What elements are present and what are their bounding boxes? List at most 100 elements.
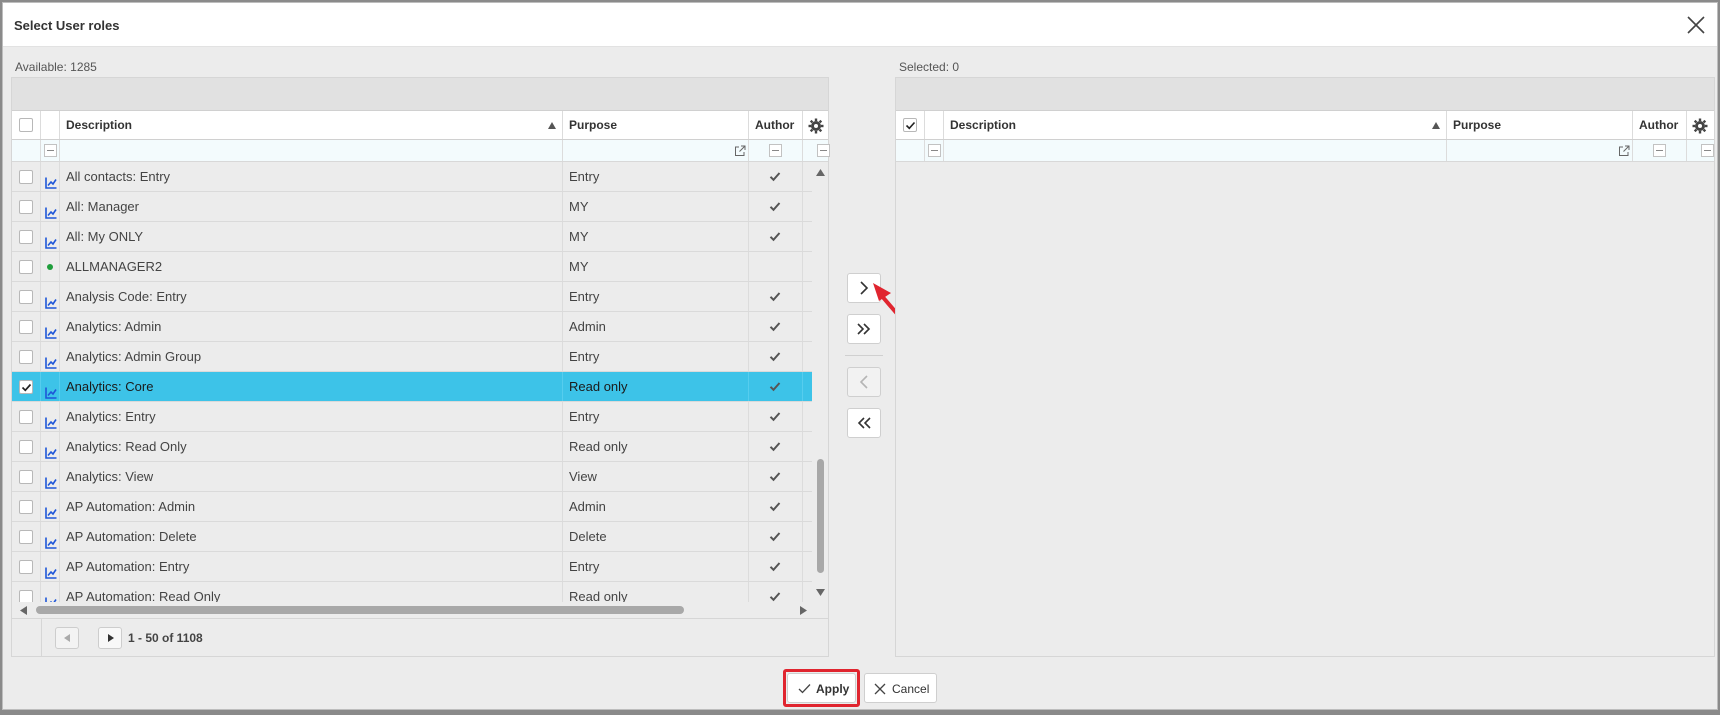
button-separator [845,355,883,356]
sort-ascending-icon [1432,122,1440,129]
selected-select-all-checkbox[interactable] [903,118,917,132]
table-row[interactable]: AP Automation: Admin Admin [12,492,812,522]
selected-column-header-description[interactable]: Description [944,111,1447,139]
purpose-cell: MY [563,192,749,221]
row-checkbox[interactable] [19,410,33,424]
selected-description-filter-input[interactable] [944,140,1447,161]
table-row[interactable]: All: My ONLY MY [12,222,812,252]
check-icon [769,202,781,212]
author-cell [749,192,803,221]
scroll-left-icon[interactable] [20,606,27,615]
selected-filter-operator-icon[interactable] [928,144,941,157]
cancel-button-label: Cancel [892,682,930,696]
check-icon [21,383,32,392]
table-row[interactable]: AP Automation: Read Only Read only [12,582,812,602]
row-checkbox[interactable] [19,380,33,394]
next-page-button[interactable] [98,627,122,649]
author-cell [749,342,803,371]
sort-ascending-icon [548,122,556,129]
previous-page-button[interactable] [55,627,79,649]
table-row[interactable]: Analytics: View View [12,462,812,492]
horizontal-scrollbar[interactable] [12,602,822,618]
pager-status: 1 - 50 of 1108 [128,631,203,645]
check-icon [769,352,781,362]
table-row[interactable]: Analytics: Entry Entry [12,402,812,432]
scroll-down-icon[interactable] [816,589,825,596]
dialog-titlebar: Select User roles [3,3,1717,47]
chart-icon[interactable] [45,590,57,602]
column-header-author[interactable]: Author [749,111,803,139]
scroll-up-icon[interactable] [816,169,825,176]
row-checkbox[interactable] [19,200,33,214]
description-cell: Analysis Code: Entry [60,282,563,311]
column-settings-button[interactable] [803,111,830,139]
author-cell [749,432,803,461]
purpose-filter-input[interactable] [563,140,749,161]
row-checkbox[interactable] [19,440,33,454]
purpose-cell: Read only [563,372,749,401]
row-checkbox[interactable] [19,560,33,574]
selected-count-label: Selected: 0 [899,60,960,74]
external-link-icon[interactable] [734,145,746,157]
row-checkbox[interactable] [19,590,33,602]
group-by-bar [12,78,828,110]
apply-button[interactable]: Apply [787,673,856,703]
gear-icon [808,118,824,134]
move-all-left-button[interactable] [847,408,881,438]
table-row[interactable]: Analytics: Admin Admin [12,312,812,342]
row-checkbox[interactable] [19,530,33,544]
table-row[interactable]: Analytics: Read Only Read only [12,432,812,462]
selected-column-settings-button[interactable] [1687,111,1716,139]
vertical-scroll-thumb[interactable] [817,459,824,573]
row-checkbox[interactable] [19,320,33,334]
author-filter-operator-icon[interactable] [769,144,782,157]
select-user-roles-dialog: Select User roles Available: 1285 Select… [2,2,1718,710]
selected-purpose-filter-input[interactable] [1447,140,1633,161]
row-checkbox[interactable] [19,290,33,304]
purpose-cell: Read only [563,582,749,602]
table-row[interactable]: Analytics: Admin Group Entry [12,342,812,372]
row-checkbox[interactable] [19,230,33,244]
filter-operator-icon[interactable] [44,144,57,157]
description-filter-input[interactable] [60,140,563,161]
check-icon [769,502,781,512]
available-filter-row [12,140,830,162]
table-row[interactable]: Analysis Code: Entry Entry [12,282,812,312]
cancel-button[interactable]: Cancel [864,673,937,703]
available-count-label: Available: 1285 [15,60,97,74]
author-cell [749,162,803,191]
check-icon [769,382,781,392]
selected-column-header-author[interactable]: Author [1633,111,1687,139]
horizontal-scroll-thumb[interactable] [36,606,684,614]
move-selected-left-button[interactable] [847,367,881,397]
table-row[interactable]: All contacts: Entry Entry [12,162,812,192]
column-header-description[interactable]: Description [60,111,563,139]
table-row[interactable]: ALLMANAGER2 MY [12,252,812,282]
selected-column-header-purpose[interactable]: Purpose [1447,111,1633,139]
table-row[interactable]: AP Automation: Delete Delete [12,522,812,552]
row-checkbox[interactable] [19,500,33,514]
column-header-purpose[interactable]: Purpose [563,111,749,139]
row-checkbox[interactable] [19,350,33,364]
row-checkbox[interactable] [19,170,33,184]
check-icon [769,292,781,302]
check-icon [769,472,781,482]
triangle-left-icon [64,634,70,642]
apply-button-label: Apply [816,682,850,696]
row-checkbox[interactable] [19,260,33,274]
selected-group-by-bar [896,78,1714,110]
external-link-icon[interactable] [1618,145,1630,157]
vertical-scrollbar[interactable] [813,162,827,602]
check-icon [769,232,781,242]
selected-author-filter-operator-icon[interactable] [1653,144,1666,157]
scroll-right-icon[interactable] [800,606,807,615]
row-checkbox[interactable] [19,470,33,484]
check-icon [798,684,811,694]
close-icon[interactable] [1685,14,1707,36]
table-row[interactable]: Analytics: Core Read only [12,372,812,402]
extra-filter-operator-icon[interactable] [817,144,830,157]
selected-extra-filter-operator-icon[interactable] [1701,144,1714,157]
select-all-checkbox[interactable] [19,118,33,132]
table-row[interactable]: AP Automation: Entry Entry [12,552,812,582]
table-row[interactable]: All: Manager MY [12,192,812,222]
